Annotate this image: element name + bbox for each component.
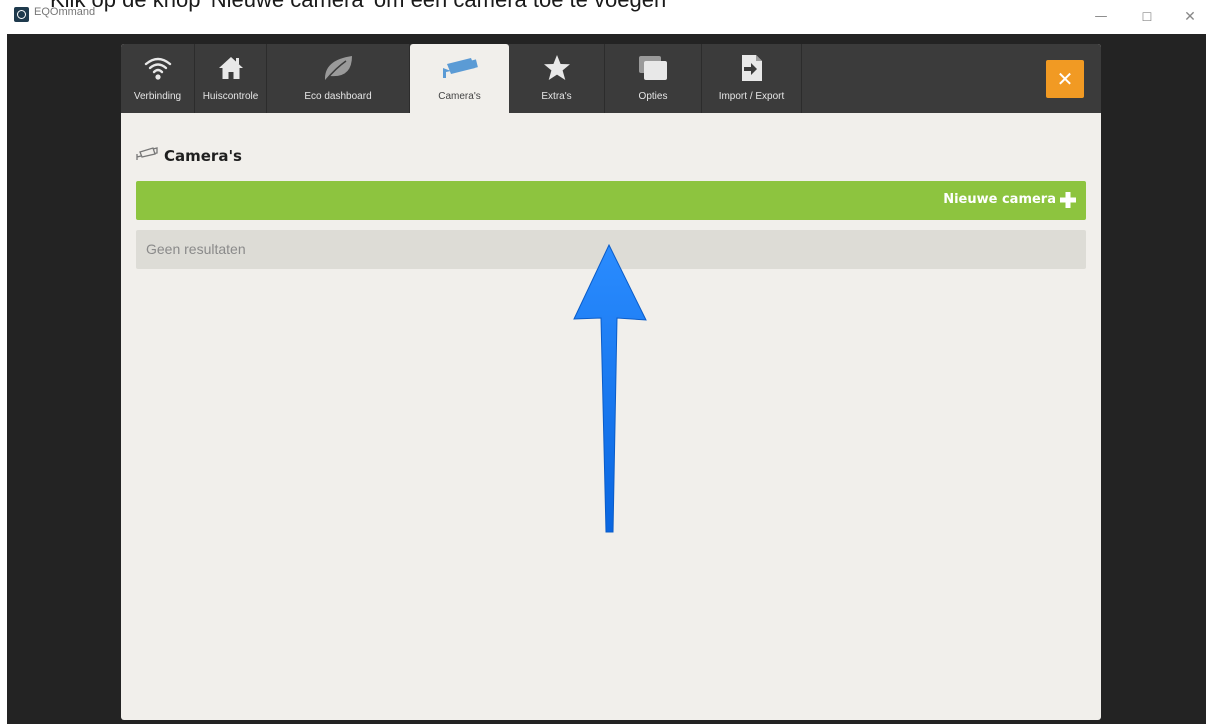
- page-title: Camera's: [164, 147, 242, 165]
- tab-label: Extra's: [541, 91, 572, 102]
- import-export-icon: [702, 54, 801, 82]
- tab-bar: Verbinding Huiscontrole Eco dashboard Ca…: [121, 44, 1101, 113]
- tab-label: Huiscontrole: [202, 91, 259, 102]
- window-titlebar: EQOmmand — ☐ ✕: [0, 0, 1206, 34]
- tab-label: Import / Export: [718, 91, 785, 102]
- blue-arrow-up-icon: [573, 244, 647, 533]
- window-close-button[interactable]: ✕: [1177, 7, 1203, 27]
- close-button[interactable]: ✕: [1046, 60, 1084, 98]
- app-logo-icon: [14, 7, 29, 22]
- tab-extras[interactable]: Extra's: [509, 44, 605, 113]
- tab-label: Opties: [638, 91, 668, 102]
- tab-label: Verbinding: [133, 91, 182, 102]
- camera-outline-icon: [136, 146, 158, 166]
- app-panel: Verbinding Huiscontrole Eco dashboard Ca…: [121, 44, 1101, 720]
- window-title: EQOmmand: [34, 6, 96, 18]
- minimize-button[interactable]: —: [1088, 7, 1114, 27]
- tab-huiscontrole[interactable]: Huiscontrole: [195, 44, 267, 113]
- star-icon: [509, 54, 604, 82]
- tab-verbinding[interactable]: Verbinding: [121, 44, 195, 113]
- tab-eco-dashboard[interactable]: Eco dashboard: [267, 44, 410, 113]
- new-camera-label: Nieuwe camera: [943, 192, 1056, 207]
- close-icon: ✕: [1056, 67, 1074, 91]
- empty-results-label: Geen resultaten: [146, 241, 246, 257]
- tab-label: Camera's: [438, 91, 481, 102]
- section-header: Camera's: [136, 144, 242, 168]
- house-icon: [195, 54, 266, 82]
- wifi-icon: [121, 54, 194, 82]
- camera-icon: [410, 54, 509, 82]
- tab-cameras[interactable]: Camera's: [410, 44, 509, 113]
- tab-label: Eco dashboard: [304, 91, 372, 102]
- leaf-icon: [267, 54, 409, 82]
- plus-icon: [1059, 191, 1077, 209]
- maximize-button[interactable]: ☐: [1134, 7, 1160, 27]
- windows-icon: [605, 54, 701, 82]
- tab-opties[interactable]: Opties: [605, 44, 702, 113]
- tab-import-export[interactable]: Import / Export: [702, 44, 802, 113]
- new-camera-button[interactable]: Nieuwe camera: [136, 181, 1086, 220]
